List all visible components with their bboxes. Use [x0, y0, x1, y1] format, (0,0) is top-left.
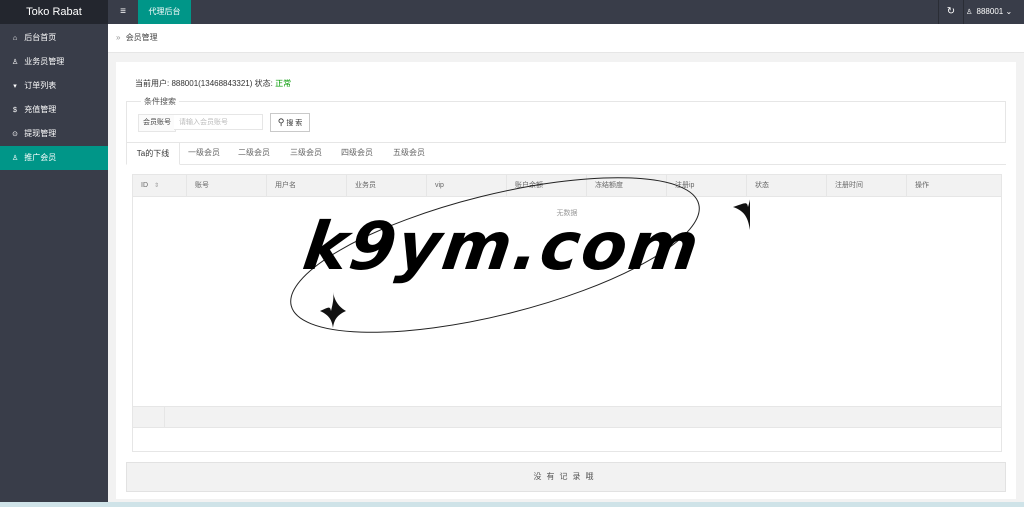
column-header: 账户余额 [507, 175, 587, 196]
bottom-strip [0, 502, 1024, 507]
tab-level-3[interactable]: 三级会员 [286, 142, 326, 164]
search-button-label: 搜 索 [286, 120, 303, 127]
search-legend: 条件搜索 [141, 96, 179, 107]
column-header: 业务员 [347, 175, 427, 196]
column-header-id[interactable]: ID ⇕ [133, 175, 187, 196]
sort-icon[interactable]: ⇕ [154, 183, 159, 189]
sidebar-item-label: 充值管理 [24, 105, 57, 114]
sidebar-item-salesman[interactable]: ♙ 业务员管理 [0, 50, 108, 74]
table-header: ID ⇕ 账号 用户名 业务员 vip 账户余额 冻结额度 注册ip 状态 注册时… [133, 175, 1001, 197]
home-icon: ⌂ [12, 35, 18, 42]
tab-level-4[interactable]: 四级会员 [337, 142, 377, 164]
sidebar: Toko Rabat ⌂ 后台首页 ♙ 业务员管理 ▾ 订单列表 $ 充值管理 … [0, 0, 108, 507]
member-account-input[interactable] [174, 114, 263, 130]
column-header: vip [427, 175, 507, 196]
breadcrumb: » 会员管理 [108, 24, 1024, 53]
sidebar-item-orders[interactable]: ▾ 订单列表 [0, 74, 108, 98]
app-logo: Toko Rabat [0, 0, 108, 24]
sidebar-item-recharge[interactable]: $ 充值管理 [0, 98, 108, 122]
column-header: 状态 [747, 175, 827, 196]
tab-level-5[interactable]: 五级会员 [389, 142, 429, 164]
table-footer-row [133, 406, 1001, 428]
search-button[interactable]: ⚲ 搜 索 [270, 113, 310, 132]
sidebar-menu: ⌂ 后台首页 ♙ 业务员管理 ▾ 订单列表 $ 充值管理 ⊙ 提现管理 ♙ 推广… [0, 26, 108, 170]
breadcrumb-current: 会员管理 [125, 33, 158, 42]
user-icon: ♙ [11, 59, 19, 66]
tab-downline[interactable]: Ta的下线 [126, 142, 180, 165]
sidebar-item-label: 后台首页 [24, 33, 57, 42]
dollar-icon: $ [13, 107, 17, 114]
coin-icon: ⊙ [12, 131, 18, 138]
column-header: 账号 [187, 175, 267, 196]
member-level-tabs: Ta的下线 一级会员 二级会员 三级会员 四级会员 五级会员 [126, 142, 1006, 165]
sidebar-item-dashboard[interactable]: ⌂ 后台首页 [0, 26, 108, 50]
tab-level-1[interactable]: 一级会员 [184, 142, 224, 164]
sidebar-item-label: 推广会员 [24, 153, 57, 162]
chevron-down-icon: ⌄ [1005, 7, 1013, 16]
user-menu[interactable]: ♙ 888001 ⌄ [966, 0, 1024, 24]
refresh-icon[interactable]: ↻ [938, 0, 964, 24]
tab-level-2[interactable]: 二级会员 [234, 142, 274, 164]
column-header: 冻结额度 [587, 175, 667, 196]
sidebar-item-label: 提现管理 [24, 129, 57, 138]
table-footer-cell [133, 407, 165, 427]
search-fieldset: 条件搜索 会员账号 ⚲搜 索 [126, 96, 1006, 143]
column-header: 操作 [915, 182, 929, 189]
user-name: 888001 [976, 7, 1004, 16]
status-badge: 正常 [275, 79, 292, 88]
no-record-message: 没有记录哦 [126, 462, 1006, 492]
column-header: 注册时间 [827, 175, 907, 196]
member-table: ID ⇕ 账号 用户名 业务员 vip 账户余额 冻结额度 注册ip 状态 注册时… [132, 174, 1002, 452]
search-icon: ⚲ [277, 117, 285, 127]
empty-text: 无数据 [556, 210, 578, 217]
user-icon: ♙ [11, 155, 19, 162]
top-bar: ≡ 代理后台 ↻ ♙ 888001 ⌄ [108, 0, 1024, 24]
column-header: 用户名 [267, 175, 347, 196]
main-panel: 当前用户: 888001(13468843321) 状态: 正常 条件搜索 会员… [116, 62, 1016, 499]
tab-agent-backend[interactable]: 代理后台 [138, 0, 191, 24]
breadcrumb-arrow-icon: » [116, 33, 121, 42]
menu-toggle-icon[interactable]: ≡ [116, 0, 130, 24]
sidebar-item-label: 订单列表 [24, 81, 57, 90]
column-header: 注册ip [667, 175, 747, 196]
sidebar-item-promote-members[interactable]: ♙ 推广会员 [0, 146, 108, 170]
member-account-label: 会员账号 [138, 114, 176, 132]
current-user-text: 当前用户: 888001(13468843321) 状态: [135, 79, 276, 88]
cart-icon: ▾ [13, 83, 17, 90]
sidebar-item-label: 业务员管理 [24, 57, 65, 66]
user-icon: ♙ [966, 9, 973, 16]
sidebar-item-withdraw[interactable]: ⊙ 提现管理 [0, 122, 108, 146]
current-user-info: 当前用户: 888001(13468843321) 状态: 正常 [135, 78, 291, 89]
